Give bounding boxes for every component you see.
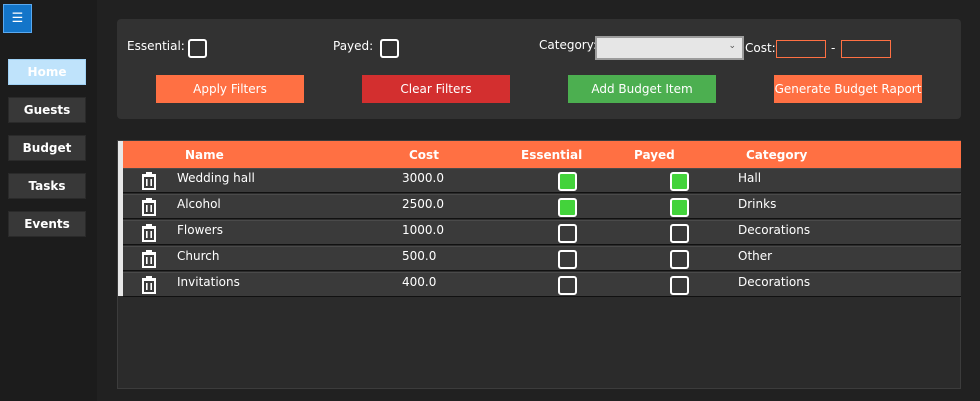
row-cost: 2500.0 (402, 197, 444, 211)
table-row[interactable]: Flowers 1000.0 Decorations (123, 220, 961, 245)
row-essential-checkbox[interactable] (558, 250, 577, 269)
column-header-name[interactable]: Name (185, 148, 224, 162)
table-row[interactable]: Wedding hall 3000.0 Hall (123, 168, 961, 193)
row-name: Wedding hall (177, 171, 255, 185)
row-payed-checkbox[interactable] (670, 172, 689, 191)
row-essential-checkbox[interactable] (558, 172, 577, 191)
chevron-down-icon: ⌄ (728, 41, 736, 51)
row-name: Flowers (177, 223, 223, 237)
column-header-essential[interactable]: Essential (521, 148, 582, 162)
trash-icon[interactable] (141, 224, 157, 242)
apply-filters-button[interactable]: Apply Filters (156, 75, 304, 103)
trash-icon[interactable] (141, 198, 157, 216)
row-cost: 400.0 (402, 275, 437, 289)
column-header-cost[interactable]: Cost (409, 148, 439, 162)
row-cost: 1000.0 (402, 223, 444, 237)
row-category: Decorations (738, 223, 811, 237)
table-row[interactable]: Invitations 400.0 Decorations (123, 272, 961, 297)
row-category: Drinks (738, 197, 777, 211)
table-header: Name Cost Essential Payed Category (123, 141, 961, 168)
category-filter-label: Category: (539, 38, 597, 52)
row-essential-checkbox[interactable] (558, 276, 577, 295)
category-select[interactable]: ⌄ (595, 36, 744, 60)
row-category: Hall (738, 171, 762, 185)
row-essential-checkbox[interactable] (558, 198, 577, 217)
row-name: Invitations (177, 275, 240, 289)
row-category: Other (738, 249, 773, 263)
payed-filter-checkbox[interactable] (380, 39, 399, 58)
payed-filter-label: Payed: (333, 39, 374, 53)
budget-table: Name Cost Essential Payed Category Weddi… (117, 140, 961, 389)
row-payed-checkbox[interactable] (670, 250, 689, 269)
cost-filter-label: Cost: (745, 41, 776, 55)
row-name: Alcohol (177, 197, 221, 211)
essential-filter-checkbox[interactable] (188, 39, 207, 58)
nav-guests-button[interactable]: Guests (8, 97, 86, 123)
row-name: Church (177, 249, 220, 263)
cost-max-input[interactable] (841, 40, 891, 58)
table-row[interactable]: Alcohol 2500.0 Drinks (123, 194, 961, 219)
row-cost: 3000.0 (402, 171, 444, 185)
row-essential-checkbox[interactable] (558, 224, 577, 243)
generate-budget-report-button[interactable]: Generate Budget Raport (774, 75, 922, 103)
nav-budget-button[interactable]: Budget (8, 135, 86, 161)
nav-home-button[interactable]: Home (8, 59, 86, 85)
hamburger-menu-button[interactable]: ☰ (3, 4, 32, 33)
essential-filter-label: Essential: (127, 39, 185, 53)
cost-separator: - (831, 41, 836, 55)
column-header-category[interactable]: Category (746, 148, 807, 162)
nav-tasks-button[interactable]: Tasks (8, 173, 86, 199)
table-row[interactable]: Church 500.0 Other (123, 246, 961, 271)
sidebar: ☰ Home Guests Budget Tasks Events (0, 0, 97, 401)
row-payed-checkbox[interactable] (670, 276, 689, 295)
clear-filters-button[interactable]: Clear Filters (362, 75, 510, 103)
filter-panel: Essential: Payed: Category: ⌄ Cost: - Ap… (117, 19, 961, 119)
trash-icon[interactable] (141, 276, 157, 294)
trash-icon[interactable] (141, 172, 157, 190)
nav-events-button[interactable]: Events (8, 211, 86, 237)
row-payed-checkbox[interactable] (670, 198, 689, 217)
column-header-payed[interactable]: Payed (634, 148, 675, 162)
add-budget-item-button[interactable]: Add Budget Item (568, 75, 716, 103)
row-cost: 500.0 (402, 249, 437, 263)
trash-icon[interactable] (141, 250, 157, 268)
row-category: Decorations (738, 275, 811, 289)
row-payed-checkbox[interactable] (670, 224, 689, 243)
cost-min-input[interactable] (776, 40, 826, 58)
hamburger-icon: ☰ (11, 11, 24, 26)
